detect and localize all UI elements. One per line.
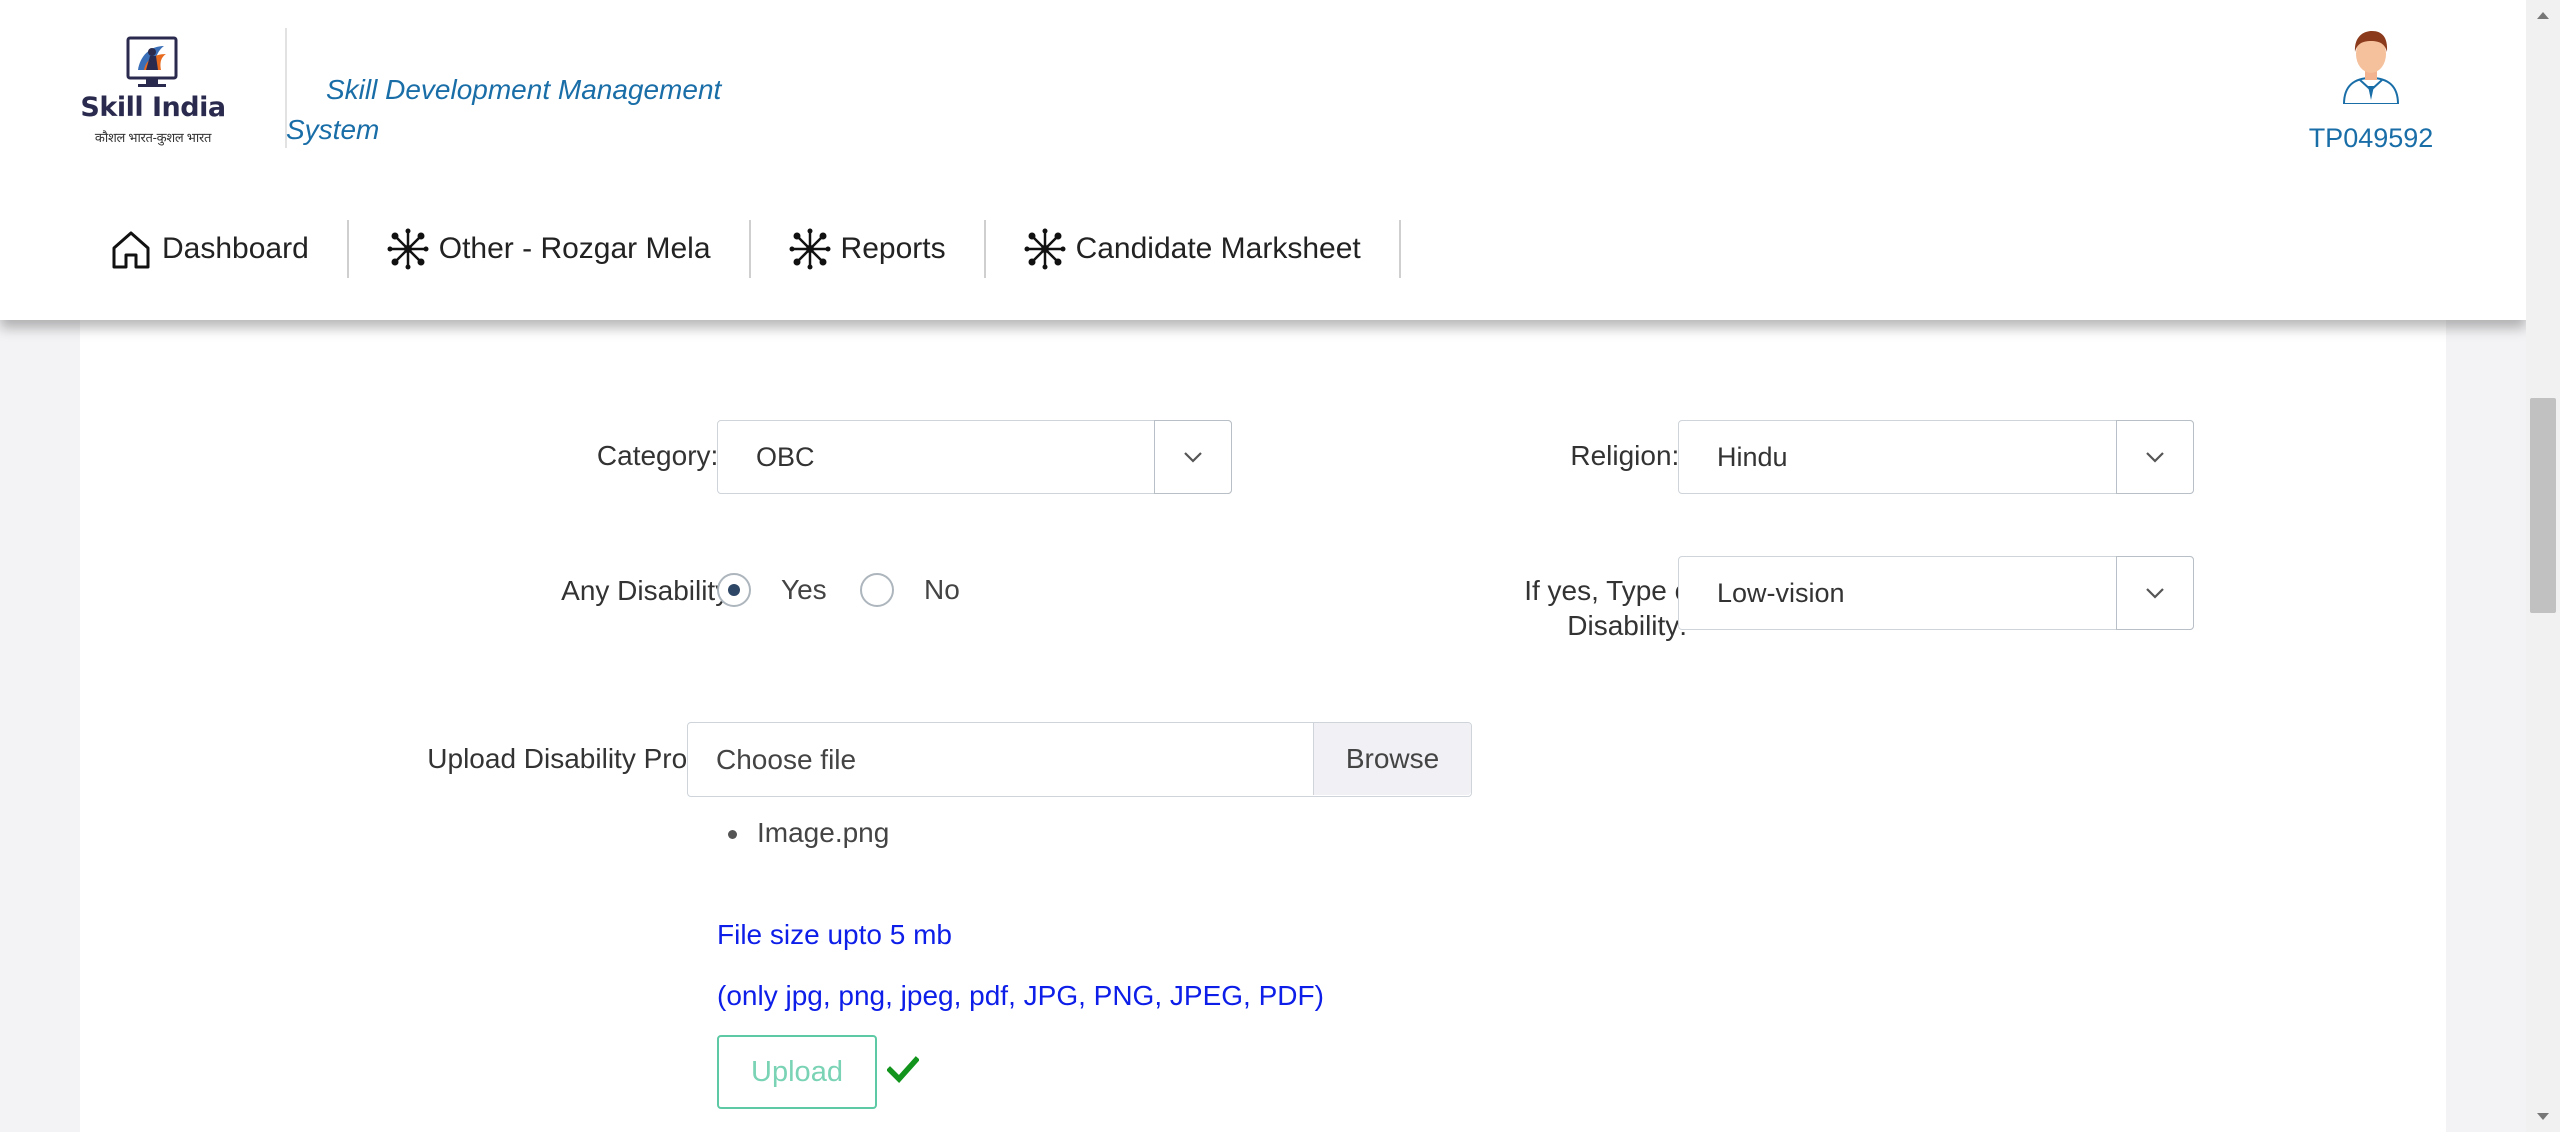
disability-type-select[interactable]: Low-vision — [1678, 556, 2194, 630]
system-title: Skill Development Management System — [286, 74, 722, 145]
disability-label: Any Disability: — [561, 575, 737, 606]
disability-yes-label: Yes — [781, 574, 827, 605]
disability-type-label-line1: If yes, Type of — [1524, 575, 1698, 606]
nav-dashboard-label: Dashboard — [162, 232, 309, 265]
scrollbar-thumb[interactable] — [2530, 398, 2556, 613]
nav-candidate-marksheet-label: Candidate Marksheet — [1075, 232, 1361, 265]
chevron-down-icon — [2146, 452, 2164, 463]
nav-reports-label: Reports — [840, 232, 946, 265]
file-type-note: (only jpg, png, jpeg, pdf, JPG, PNG, JPE… — [717, 980, 1324, 1011]
category-select[interactable]: OBC — [717, 420, 1232, 494]
category-dropdown-button[interactable] — [1154, 420, 1232, 494]
disability-proof-label: Upload Disability Proof: * — [280, 741, 737, 776]
radio-circle[interactable] — [860, 573, 894, 607]
disability-type-label-text: Disability: — [1567, 610, 1688, 641]
radio-selected-dot — [728, 584, 740, 596]
category-value: OBC — [756, 442, 815, 472]
page-scrollbar[interactable] — [2526, 0, 2560, 1132]
disability-yes-radio[interactable]: Yes — [717, 573, 827, 607]
nav-candidate-marksheet[interactable]: Candidate Marksheet — [986, 214, 1399, 284]
nav-dashboard[interactable]: Dashboard — [0, 214, 347, 284]
disability-type-label-line2: Disability:* — [1280, 608, 1698, 643]
nav-separator — [1398, 220, 1401, 278]
checkmark-icon — [887, 1056, 919, 1084]
file-input-placeholder: Choose file — [716, 744, 857, 775]
category-label: Category: * — [340, 438, 737, 473]
candidate-form-card: Category: * OBC Religion: * Hindu Any Di… — [80, 320, 2446, 1132]
disability-proof-file-input[interactable]: Choose file Browse — [687, 722, 1472, 797]
network-icon — [789, 228, 831, 270]
skill-india-emblem-icon — [126, 36, 178, 87]
category-label-text: Category: — [596, 440, 719, 471]
religion-dropdown-button[interactable] — [2116, 420, 2194, 494]
chevron-down-icon — [2146, 588, 2164, 599]
disability-type-label: If yes, Type of Disability:* — [1280, 573, 1698, 643]
nav-other-rozgar-mela[interactable]: Other - Rozgar Mela — [349, 214, 749, 284]
chevron-down-icon — [1184, 452, 1202, 463]
logo-subtitle: कौशल भारत-कुशल भारत — [94, 130, 212, 145]
nav-reports[interactable]: Reports — [751, 214, 984, 284]
scroll-up-button[interactable] — [2526, 0, 2560, 30]
disability-no-label: No — [924, 574, 960, 605]
upload-button[interactable]: Upload — [717, 1035, 877, 1109]
uploaded-file-list: Image.png — [728, 805, 900, 861]
list-bullet — [728, 830, 737, 840]
network-icon — [1024, 228, 1066, 270]
disability-type-value: Low-vision — [1717, 578, 1845, 608]
religion-label-text: Religion: — [1570, 440, 1680, 471]
religion-select[interactable]: Hindu — [1678, 420, 2194, 494]
logo-title: Skill India — [80, 92, 226, 123]
triangle-up-icon — [2537, 12, 2549, 19]
file-size-note: File size upto 5 mb — [717, 919, 952, 950]
religion-value: Hindu — [1717, 442, 1788, 472]
browse-button[interactable]: Browse — [1313, 723, 1471, 795]
disability-proof-label-text: Upload Disability Proof: — [427, 743, 719, 774]
disability-type-dropdown-button[interactable] — [2116, 556, 2194, 630]
home-icon — [112, 231, 150, 269]
main-nav: Dashboard Other - Rozgar Mela Reports Ca… — [0, 214, 1401, 284]
triangle-down-icon — [2537, 1113, 2549, 1120]
user-id[interactable]: TP049592 — [2300, 123, 2442, 154]
user-avatar-icon[interactable] — [2340, 28, 2402, 104]
skill-india-logo[interactable]: Skill India कौशल भारत-कुशल भारत — [80, 34, 226, 150]
uploaded-file-item: Image.png — [757, 817, 890, 848]
religion-label: Religion: * — [1280, 438, 1698, 473]
radio-circle[interactable] — [717, 573, 751, 607]
disability-no-radio[interactable]: No — [860, 573, 960, 607]
nav-other-rozgar-mela-label: Other - Rozgar Mela — [438, 232, 711, 265]
app-header: Skill India कौशल भारत-कुशल भारत Skill De… — [0, 0, 2526, 320]
scroll-down-button[interactable] — [2526, 1102, 2560, 1132]
network-icon — [387, 228, 429, 270]
